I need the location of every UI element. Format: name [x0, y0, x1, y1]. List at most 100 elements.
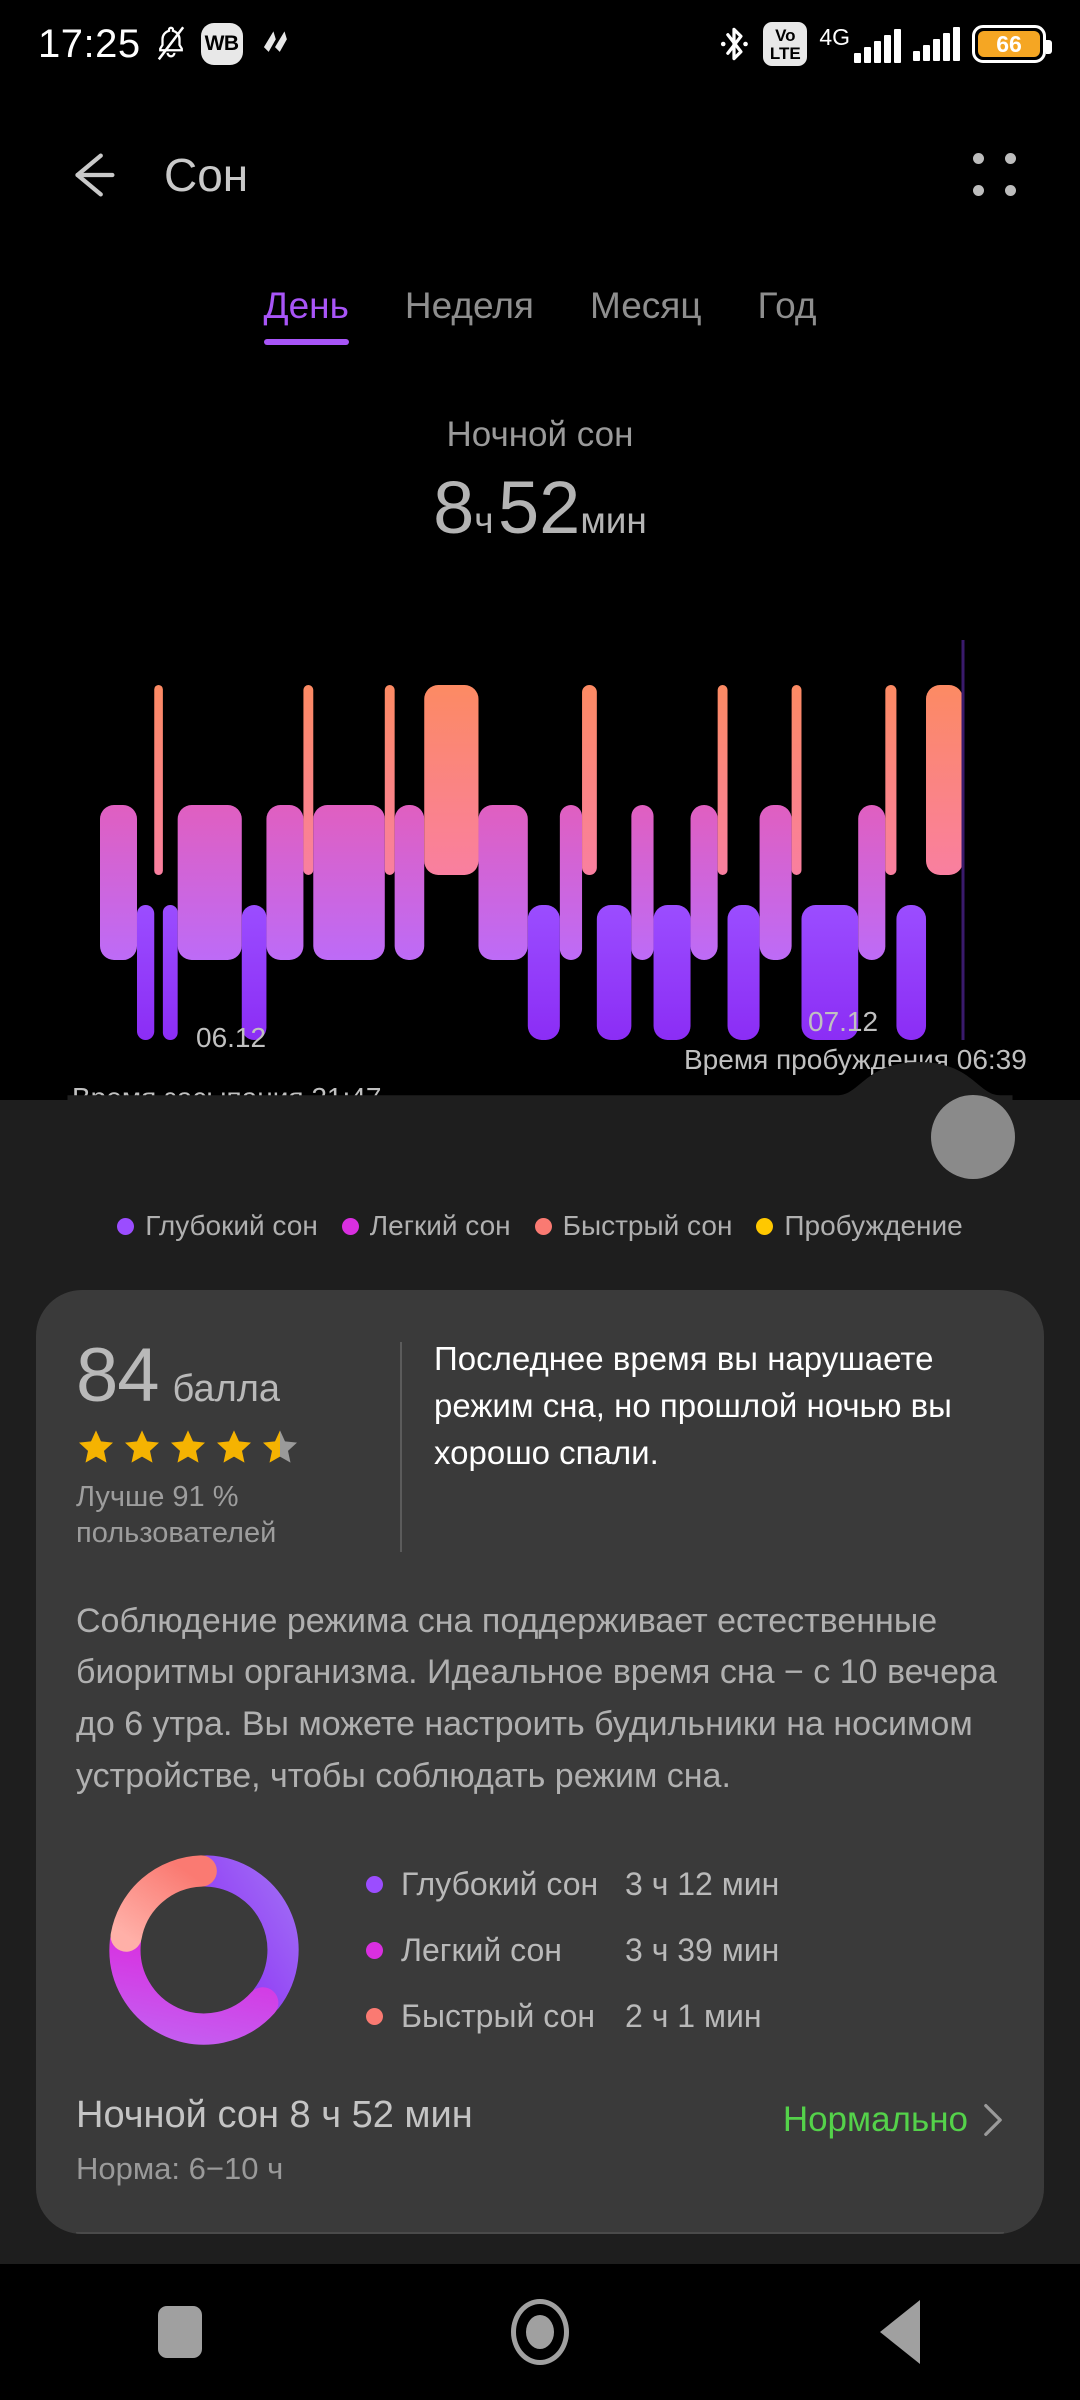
footer-text-block: Ночной сон 8 ч 52 мин Норма: 6−10 ч — [76, 2094, 783, 2187]
hypnogram-segment — [303, 685, 314, 875]
hypnogram-segment — [926, 685, 963, 875]
network-signal-1: 4G — [819, 23, 901, 63]
legend-dot-rem — [534, 1217, 552, 1235]
phone-screen: 17:25 WB Vo LTE 4G 66 Сон День Неделя Ме… — [0, 0, 1080, 2400]
summary-duration: 8ч 52мин — [0, 465, 1080, 550]
star-2 — [122, 1427, 162, 1467]
stage-breakdown-list: Глубокий сон 3 ч 12 мин Легкий сон 3 ч 3… — [366, 1851, 1004, 2049]
breakdown-label-light: Легкий сон — [401, 1931, 562, 1968]
legend-label-awake: Пробуждение — [784, 1210, 963, 1241]
chart-date-end: 07.12 — [808, 1006, 879, 1037]
back-triangle-icon — [880, 2300, 920, 2364]
status-bar-right: Vo LTE 4G 66 — [717, 22, 1052, 66]
wb-app-icon: WB — [200, 23, 243, 65]
back-nav-button[interactable] — [840, 2272, 960, 2392]
battery-level-text: 66 — [978, 31, 1040, 57]
breakdown-dot-rem — [366, 2007, 383, 2025]
chart-legend: Глубокий сон Легкий сон Быстрый сон Проб… — [0, 1210, 1080, 1242]
sleep-summary: Ночной сон 8ч 52мин — [0, 415, 1080, 550]
summary-hours: 8 — [433, 466, 475, 549]
network-type-label: 4G — [819, 23, 850, 50]
hypnogram-segment — [241, 905, 267, 1040]
overflow-menu-button[interactable] — [968, 148, 1022, 202]
hypnogram-segment — [858, 805, 886, 960]
scribble-app-icon — [256, 25, 294, 63]
footer-title: Ночной сон 8 ч 52 мин — [76, 2094, 473, 2137]
signal-bars-1 — [854, 28, 901, 63]
card-bottom-separator — [76, 2232, 1004, 2234]
card-divider — [400, 1342, 402, 1552]
breakdown-row-deep: Глубокий сон 3 ч 12 мин — [366, 1851, 1004, 1917]
hypnogram-segment — [313, 805, 385, 960]
panel-notch — [67, 1062, 1013, 1132]
sleep-stage-donut — [109, 1855, 299, 2045]
home-button[interactable] — [480, 2272, 600, 2392]
sleep-score-card: 84 балла Лучше 91 % пользователей Послед… — [36, 1290, 1044, 2234]
home-circle-icon — [511, 2299, 569, 2365]
hypnogram-segment — [759, 805, 792, 960]
hypnogram-segment — [394, 805, 425, 960]
hypnogram-chart[interactable] — [0, 640, 1080, 1040]
star-4 — [214, 1427, 254, 1467]
volte-bottom-text: LTE — [769, 43, 801, 63]
star-5-half — [260, 1427, 300, 1467]
hypnogram-segment — [527, 905, 560, 1040]
panel-drag-handle[interactable] — [931, 1095, 1015, 1179]
score-number: 84 — [76, 1333, 160, 1418]
signal-bars-2 — [913, 27, 960, 61]
hypnogram-segment — [885, 685, 897, 875]
donut-arc — [109, 1926, 279, 2045]
status-time: 17:25 — [38, 21, 141, 66]
recents-button[interactable] — [120, 2272, 240, 2392]
volte-top-text: Vo — [775, 25, 796, 45]
android-nav-bar — [0, 2264, 1080, 2400]
donut-arc — [110, 1855, 217, 1952]
chevron-right-icon — [982, 2102, 1004, 2138]
chart-date-start: 06.12 — [196, 1022, 267, 1053]
legend-item-deep: Глубокий сон — [117, 1210, 318, 1242]
status-bar-left: 17:25 WB — [38, 22, 294, 67]
breakdown-row-light: Легкий сон 3 ч 39 мин — [366, 1917, 1004, 1983]
period-tabs: День Неделя Месяц Год — [0, 285, 1080, 345]
score-value-row: 84 балла — [76, 1332, 376, 1419]
hypnogram-segment — [727, 905, 760, 1040]
back-button[interactable] — [62, 144, 124, 206]
hypnogram-segment — [177, 805, 242, 960]
summary-minutes: 52 — [498, 466, 581, 549]
tab-week[interactable]: Неделя — [405, 285, 534, 345]
hypnogram-segment — [162, 905, 178, 1040]
advice-long-text: Соблюдение режима сна поддерживает естес… — [76, 1601, 997, 1795]
summary-minutes-unit: мин — [580, 500, 647, 541]
hypnogram-segment — [582, 685, 597, 875]
legend-dot-deep — [117, 1217, 135, 1235]
breakdown-dot-light — [366, 1941, 383, 1959]
legend-item-light: Легкий сон — [341, 1210, 511, 1242]
tab-month[interactable]: Месяц — [590, 285, 702, 345]
legend-dot-light — [341, 1217, 359, 1235]
breakdown-value-deep: 3 ч 12 мин — [625, 1865, 780, 1902]
legend-item-rem: Быстрый сон — [534, 1210, 733, 1242]
legend-label-light: Легкий сон — [369, 1210, 511, 1241]
summary-hours-unit: ч — [474, 500, 494, 541]
stage-breakdown: Глубокий сон 3 ч 12 мин Легкий сон 3 ч 3… — [76, 1846, 1004, 2054]
night-sleep-footer[interactable]: Ночной сон 8 ч 52 мин Норма: 6−10 ч Норм… — [76, 2094, 1004, 2217]
tab-year[interactable]: Год — [758, 285, 817, 345]
status-badge: Нормально — [782, 2100, 968, 2140]
donut-arc — [191, 1855, 299, 2015]
hypnogram-segment — [154, 685, 163, 875]
breakdown-value-light: 3 ч 39 мин — [625, 1931, 780, 1968]
tab-day[interactable]: День — [263, 285, 350, 345]
footer-norm: Норма: 6−10 ч — [76, 2151, 284, 2187]
summary-label: Ночной сон — [446, 415, 634, 454]
hypnogram-segment — [631, 805, 654, 960]
star-3 — [168, 1427, 208, 1467]
hypnogram-segment — [596, 905, 632, 1040]
hypnogram-segment — [896, 905, 927, 1040]
breakdown-dot-deep — [366, 1875, 383, 1893]
hypnogram-segment — [690, 805, 718, 960]
star-rating — [76, 1427, 376, 1467]
legend-label-rem: Быстрый сон — [562, 1210, 733, 1241]
hypnogram-segment — [478, 805, 528, 960]
hypnogram-segment — [791, 685, 802, 875]
footer-status-block[interactable]: Нормально — [783, 2094, 1004, 2140]
